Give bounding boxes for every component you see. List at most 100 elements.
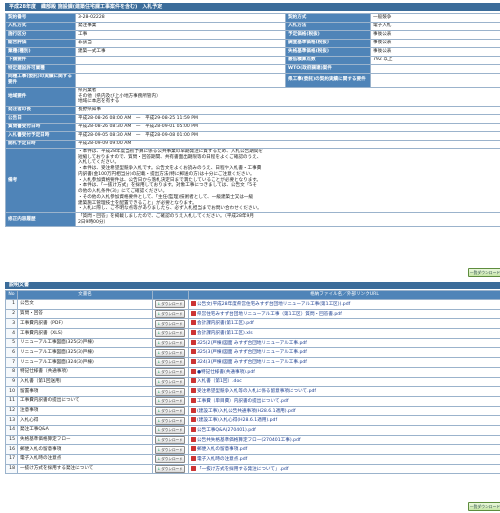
info-label: 業種(種別) bbox=[5, 47, 76, 57]
document-row: 12 注意事項 ↓ダウンロード (建設工事)入札公告共通事項(H28.6.1適用).p… bbox=[5, 405, 500, 417]
download-label: ダウンロード bbox=[161, 302, 183, 307]
document-file-link[interactable]: 郵便入札の留意事項.pdf bbox=[197, 447, 247, 452]
document-file-link[interactable]: 会計課内訳書(第1工区).xls bbox=[197, 331, 253, 336]
download-button[interactable]: ↓ダウンロード bbox=[155, 329, 185, 338]
download-button[interactable]: ↓ダウンロード bbox=[155, 436, 185, 444]
document-file-link[interactable]: 325(3)戸棟)図面 みすず台団地リニューアル工事.pdf bbox=[197, 350, 307, 355]
download-button[interactable]: ↓ダウンロード bbox=[155, 348, 185, 357]
document-no: 17 bbox=[5, 454, 18, 465]
document-file-link[interactable]: 会計課内訳書(第1工区).pdf bbox=[197, 321, 254, 326]
download-label: ダウンロード bbox=[161, 457, 183, 462]
download-icon: ↓ bbox=[157, 457, 161, 462]
download-button[interactable]: ↓ダウンロード bbox=[155, 445, 185, 454]
document-file-link[interactable]: ●特記仕様書(共通事項).pdf bbox=[197, 370, 255, 375]
document-name: 注意事項 bbox=[17, 405, 153, 417]
download-button[interactable]: ↓ダウンロード bbox=[155, 407, 185, 415]
document-row: 18 一抜け方式を採用する発注について ↓ダウンロード 「一抜け方式を採用する発注につ… bbox=[5, 463, 500, 475]
document-file-link[interactable]: 「一抜け方式を採用する発注について」.pdf bbox=[197, 467, 288, 472]
download-button[interactable]: ↓ダウンロード bbox=[155, 465, 185, 473]
document-file: ●特記仕様書(共通事項).pdf bbox=[188, 366, 500, 378]
document-file-link[interactable]: (建設工事)入札心得(H28.6.1適用).pdf bbox=[197, 418, 277, 423]
download-button[interactable]: ↓ダウンロード bbox=[155, 358, 185, 367]
document-file-link[interactable]: 受注希望型競争入札等の入札に係る留意事項について.pdf bbox=[197, 389, 316, 394]
info-label: 予定価格(税抜) bbox=[285, 30, 371, 40]
download-button[interactable]: ↓ダウンロード bbox=[155, 397, 185, 406]
document-file-link[interactable]: 電子入札時の注意点.pdf bbox=[197, 457, 247, 462]
date-row: 開札予定日時 平成28-09-09 09:00 AM bbox=[5, 139, 500, 149]
info-label: 契約番号 bbox=[5, 13, 76, 23]
download-label: ダウンロード bbox=[161, 312, 183, 317]
document-no: 8 bbox=[5, 366, 18, 378]
info-row: 契約番号 3-28-02228 契約方式 一般競争 bbox=[5, 13, 500, 23]
document-name: 郵便入札の留意事項 bbox=[17, 444, 153, 455]
date-row: 入札書受付予定日時 平成28-09-05 08:30 AM 一 平成28-09-0… bbox=[5, 131, 500, 141]
download-button[interactable]: ↓ダウンロード bbox=[155, 300, 185, 309]
download-label: ダウンロード bbox=[161, 399, 183, 404]
info-label: 入札方法 bbox=[285, 21, 371, 31]
download-icon: ↓ bbox=[157, 379, 161, 384]
docs-header-file: 格納ファイル名／外部リンクURL bbox=[188, 290, 500, 300]
document-row: 14 発注工事Q&A ↓ダウンロード 公告工事Q&A(270401).pdf bbox=[5, 424, 500, 436]
document-name: リニューアル工事図面(324(3)戸棟) bbox=[17, 357, 153, 368]
document-file: 公告工事Q&A(270401).pdf bbox=[188, 424, 500, 436]
file-icon bbox=[191, 368, 196, 374]
document-row: 4 工事費内訳書（XLS） ↓ダウンロード 会計課内訳書(第1工区).xls bbox=[5, 328, 500, 339]
download-cell: ↓ダウンロード bbox=[152, 434, 189, 446]
info-value bbox=[75, 55, 286, 65]
info-value: 792 以上 bbox=[370, 55, 500, 65]
document-name: 入札心得 bbox=[17, 415, 153, 426]
info-value: 事後公表 bbox=[370, 47, 500, 57]
info-value bbox=[75, 64, 286, 74]
download-button[interactable]: ↓ダウンロード bbox=[155, 339, 185, 347]
docs-header-dl bbox=[152, 290, 189, 300]
bulk-download-button-top[interactable]: 一覧ダウンロード bbox=[468, 268, 500, 277]
document-file-link[interactable]: 325(2)戸棟)図面 みすず台団地リニューアル工事.pdf bbox=[197, 341, 307, 346]
document-file-link[interactable]: 工事費（単目費）内訳書の提出について.pdf bbox=[197, 399, 288, 404]
document-file: 会計課内訳書(第1工区).xls bbox=[188, 328, 500, 339]
document-file: 県営住宅みすず台団地リニューアル工事（第1工区）質問・回答書.pdf bbox=[188, 308, 500, 320]
document-name: 工事費内訳書（PDF） bbox=[17, 318, 153, 330]
document-name: 一抜け方式を採用する発注について bbox=[17, 463, 153, 475]
info-value bbox=[75, 72, 286, 88]
document-name: 留置事項 bbox=[17, 386, 153, 397]
info-value: 電子入札 bbox=[370, 21, 500, 31]
download-cell: ↓ダウンロード bbox=[152, 376, 189, 388]
area-value: 県内業者 その他（県内及び上小地方事務所管内） 地域に本店を有する bbox=[75, 86, 500, 107]
document-file-link[interactable]: 公告工事Q&A(270401).pdf bbox=[197, 428, 256, 433]
document-file-link[interactable]: 324(3)戸棟)図面 みすず台団地リニューアル工事.pdf bbox=[197, 360, 307, 365]
download-cell: ↓ダウンロード bbox=[152, 337, 189, 349]
bulk-download-button-bottom[interactable]: 一覧ダウンロード bbox=[468, 502, 500, 511]
download-cell: ↓ダウンロード bbox=[152, 299, 189, 310]
document-file: 324(3)戸棟)図面 みすず台団地リニューアル工事.pdf bbox=[188, 357, 500, 368]
document-name: 特記仕様書（共通事項） bbox=[17, 366, 153, 378]
download-button[interactable]: ↓ダウンロード bbox=[155, 416, 185, 425]
document-file-link[interactable]: (建設工事)入札公告共通事項(H28.6.1適用).pdf bbox=[197, 409, 295, 414]
download-button[interactable]: ↓ダウンロード bbox=[155, 368, 185, 377]
file-icon bbox=[191, 407, 196, 413]
download-icon: ↓ bbox=[157, 399, 161, 404]
info-row: 施行区分 工事 予定価格(税抜) 事後公表 bbox=[5, 30, 500, 40]
document-file-link[interactable]: 公告文(平成28年度県営住宅みすず台団地リニューアル工事(第1工区)).pdf bbox=[197, 302, 350, 307]
download-button[interactable]: ↓ダウンロード bbox=[155, 377, 185, 386]
download-label: ダウンロード bbox=[161, 331, 183, 336]
download-cell: ↓ダウンロード bbox=[152, 415, 189, 426]
document-file-link[interactable]: 県営住宅みすず台団地リニューアル工事（第1工区）質問・回答書.pdf bbox=[197, 312, 342, 317]
download-label: ダウンロード bbox=[161, 408, 183, 413]
download-cell: ↓ダウンロード bbox=[152, 405, 189, 417]
download-button[interactable]: ↓ダウンロード bbox=[155, 319, 185, 328]
download-icon: ↓ bbox=[157, 341, 161, 346]
document-file-link[interactable]: 公告共失格基準価格算定フロー(270401工事).pdf bbox=[197, 438, 301, 443]
download-button[interactable]: ↓ダウンロード bbox=[155, 426, 185, 435]
document-file: 325(2)戸棟)図面 みすず台団地リニューアル工事.pdf bbox=[188, 337, 500, 349]
file-icon bbox=[191, 339, 196, 345]
download-button[interactable]: ↓ダウンロード bbox=[155, 387, 185, 396]
file-icon bbox=[191, 310, 196, 316]
download-button[interactable]: ↓ダウンロード bbox=[155, 455, 185, 464]
download-icon: ↓ bbox=[157, 302, 161, 307]
file-icon bbox=[191, 397, 196, 403]
document-name: 電子入札時の注意点 bbox=[17, 454, 153, 465]
download-button[interactable]: ↓ダウンロード bbox=[155, 310, 185, 318]
date-label: 開札予定日時 bbox=[5, 139, 76, 149]
document-row: 3 工事費内訳書（PDF） ↓ダウンロード 会計課内訳書(第1工区).pdf bbox=[5, 318, 500, 330]
document-file-link[interactable]: 入札書（第1回）.doc bbox=[197, 379, 242, 384]
